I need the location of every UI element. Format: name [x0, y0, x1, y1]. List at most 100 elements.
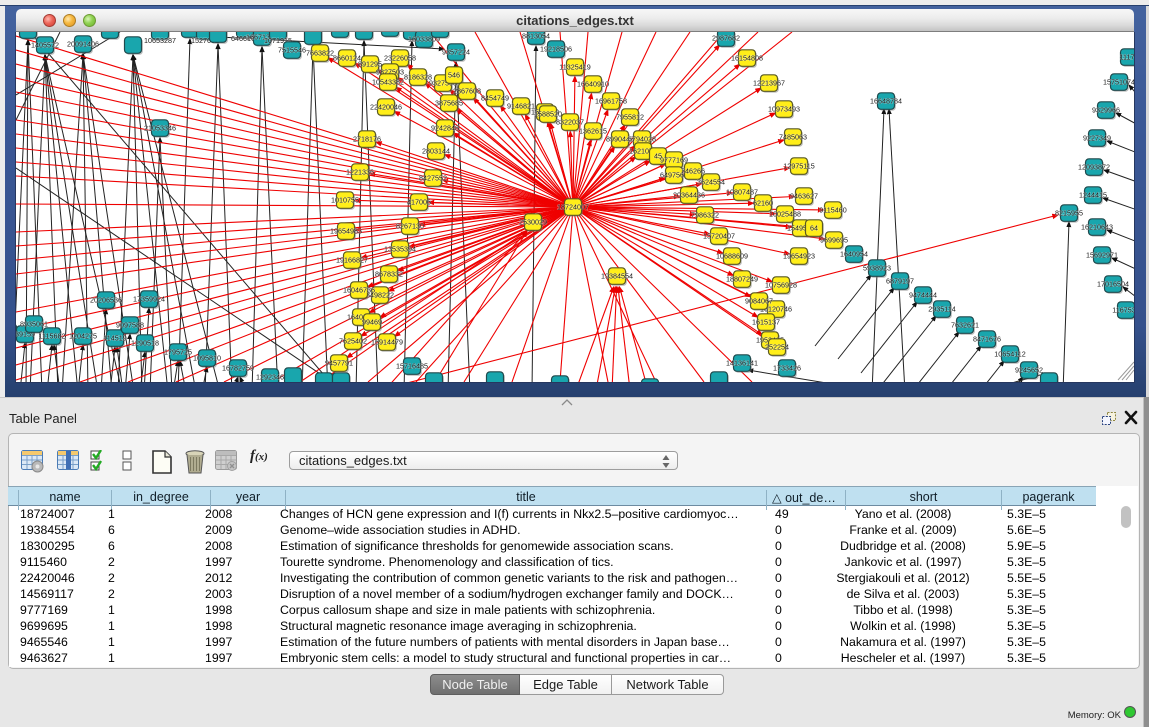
svg-text:1095810: 1095810 — [193, 354, 221, 363]
svg-text:8454749: 8454749 — [481, 94, 509, 103]
svg-text:16046736: 16046736 — [343, 286, 375, 295]
svg-text:7632621: 7632621 — [951, 321, 979, 330]
svg-text:7485063: 7485063 — [779, 133, 807, 142]
svg-text:19654923: 19654923 — [783, 252, 815, 261]
svg-text:3875685: 3875685 — [435, 99, 463, 108]
svg-text:9457791: 9457791 — [325, 359, 353, 368]
svg-text:8267130: 8267130 — [396, 222, 424, 231]
svg-text:1292346: 1292346 — [256, 373, 284, 382]
svg-text:62160: 62160 — [753, 199, 773, 208]
svg-text:10654112: 10654112 — [994, 350, 1025, 359]
svg-text:20091406: 20091406 — [67, 40, 99, 49]
svg-text:8322037: 8322037 — [556, 118, 584, 127]
svg-text:2803144: 2803144 — [422, 147, 450, 156]
svg-text:16914479: 16914479 — [371, 338, 403, 347]
svg-text:9474444: 9474444 — [909, 291, 937, 300]
svg-text:16154808: 16154808 — [731, 54, 763, 63]
svg-text:114519: 114519 — [103, 334, 126, 343]
svg-text:16961758: 16961758 — [595, 97, 627, 106]
svg-text:16648784: 16648784 — [870, 97, 902, 106]
svg-text:10973493: 10973493 — [768, 105, 800, 114]
svg-text:19218506: 19218506 — [540, 45, 572, 54]
svg-text:1733426: 1733426 — [773, 364, 801, 373]
svg-text:19384554: 19384554 — [601, 272, 633, 281]
svg-text:17359924: 17359924 — [133, 295, 165, 304]
svg-text:9245652: 9245652 — [1015, 366, 1043, 375]
svg-text:11325419: 11325419 — [559, 63, 590, 72]
svg-text:9357224: 9357224 — [442, 48, 470, 57]
svg-text:1362615: 1362615 — [579, 127, 607, 136]
svg-text:8678332: 8678332 — [375, 270, 403, 279]
svg-text:13535394: 13535394 — [384, 245, 416, 254]
svg-text:9777169: 9777169 — [660, 156, 688, 165]
svg-text:12975115: 12975115 — [783, 162, 814, 171]
svg-text:6879197: 6879197 — [886, 277, 914, 286]
svg-text:2867608: 2867608 — [453, 87, 481, 96]
svg-text:9097588: 9097588 — [116, 321, 144, 330]
svg-text:16782759: 16782759 — [222, 364, 254, 373]
svg-text:9227349: 9227349 — [1083, 134, 1111, 143]
svg-text:9329966: 9329966 — [1092, 106, 1120, 115]
svg-text:15720407: 15720407 — [703, 232, 735, 241]
svg-text:2718176: 2718176 — [353, 135, 381, 144]
svg-text:2530029: 2530029 — [519, 218, 547, 227]
svg-text:16640910: 16640910 — [577, 80, 609, 89]
svg-text:1167533: 1167533 — [1112, 306, 1134, 315]
svg-text:252254: 252254 — [765, 343, 789, 352]
svg-text:19166827: 19166827 — [336, 256, 368, 265]
svg-text:9084067: 9084067 — [745, 297, 773, 306]
svg-text:10025488: 10025488 — [769, 210, 801, 219]
svg-text:10756928: 10756928 — [765, 281, 797, 290]
svg-text:9699695: 9699695 — [820, 236, 848, 245]
svg-text:20364436: 20364436 — [673, 191, 705, 200]
svg-text:1204275: 1204275 — [69, 332, 97, 341]
svg-text:14136141: 14136141 — [726, 359, 758, 368]
svg-text:20206536: 20206536 — [90, 296, 122, 305]
svg-text:9463627: 9463627 — [790, 192, 818, 201]
svg-text:417006: 417006 — [407, 198, 431, 207]
svg-text:16210643: 16210643 — [1081, 223, 1113, 232]
svg-text:15716485: 15716485 — [396, 362, 428, 371]
svg-text:7955812: 7955812 — [616, 113, 644, 122]
svg-text:1640954: 1640954 — [840, 250, 868, 259]
svg-text:8660124: 8660124 — [333, 54, 361, 63]
svg-text:12213967: 12213967 — [753, 79, 785, 88]
svg-text:21053346: 21053346 — [144, 124, 176, 133]
svg-text:8215955: 8215955 — [1055, 209, 1083, 218]
svg-text:8813054: 8813054 — [522, 32, 550, 41]
svg-text:1115682: 1115682 — [39, 332, 66, 341]
svg-text:17016504: 17016504 — [1097, 280, 1129, 289]
svg-text:1290518: 1290518 — [131, 339, 159, 348]
svg-text:12093872: 12093872 — [1078, 163, 1110, 172]
svg-text:2935114: 2935114 — [928, 305, 955, 314]
svg-text:2987682: 2987682 — [712, 34, 740, 43]
svg-text:18807249: 18807249 — [726, 275, 758, 284]
svg-text:1795725: 1795725 — [164, 348, 192, 357]
svg-text:546: 546 — [448, 71, 460, 80]
svg-text:8471676: 8471676 — [973, 335, 1001, 344]
svg-text:1615137: 1615137 — [752, 318, 780, 327]
svg-text:19654983: 19654983 — [330, 227, 362, 236]
svg-text:22420046: 22420046 — [370, 103, 402, 112]
svg-text:9242848: 9242848 — [431, 124, 459, 133]
svg-text:7986322: 7986322 — [691, 211, 719, 220]
svg-text:3624554: 3624554 — [697, 178, 725, 187]
svg-text:18724007: 18724007 — [557, 203, 589, 212]
svg-text:11177: 11177 — [1120, 53, 1134, 62]
svg-text:15692971: 15692971 — [1086, 251, 1118, 260]
svg-text:1405572: 1405572 — [31, 41, 59, 50]
svg-text:9115460: 9115460 — [819, 206, 846, 215]
svg-text:746266: 746266 — [681, 167, 705, 176]
svg-text:10543382: 10543382 — [372, 78, 404, 87]
svg-text:8427552: 8427552 — [419, 174, 447, 183]
svg-text:1244415: 1244415 — [1079, 191, 1107, 200]
svg-text:8186328: 8186328 — [404, 73, 432, 82]
svg-text:1010755: 1010755 — [331, 196, 359, 205]
svg-text:99469: 99469 — [362, 318, 382, 327]
svg-text:23226058: 23226058 — [384, 54, 416, 63]
svg-text:5938923: 5938923 — [863, 264, 891, 273]
svg-text:10653287: 10653287 — [144, 36, 176, 45]
svg-text:10807487: 10807487 — [726, 188, 758, 197]
svg-text:7663822: 7663822 — [306, 49, 334, 58]
svg-text:15751074: 15751074 — [1103, 78, 1134, 87]
